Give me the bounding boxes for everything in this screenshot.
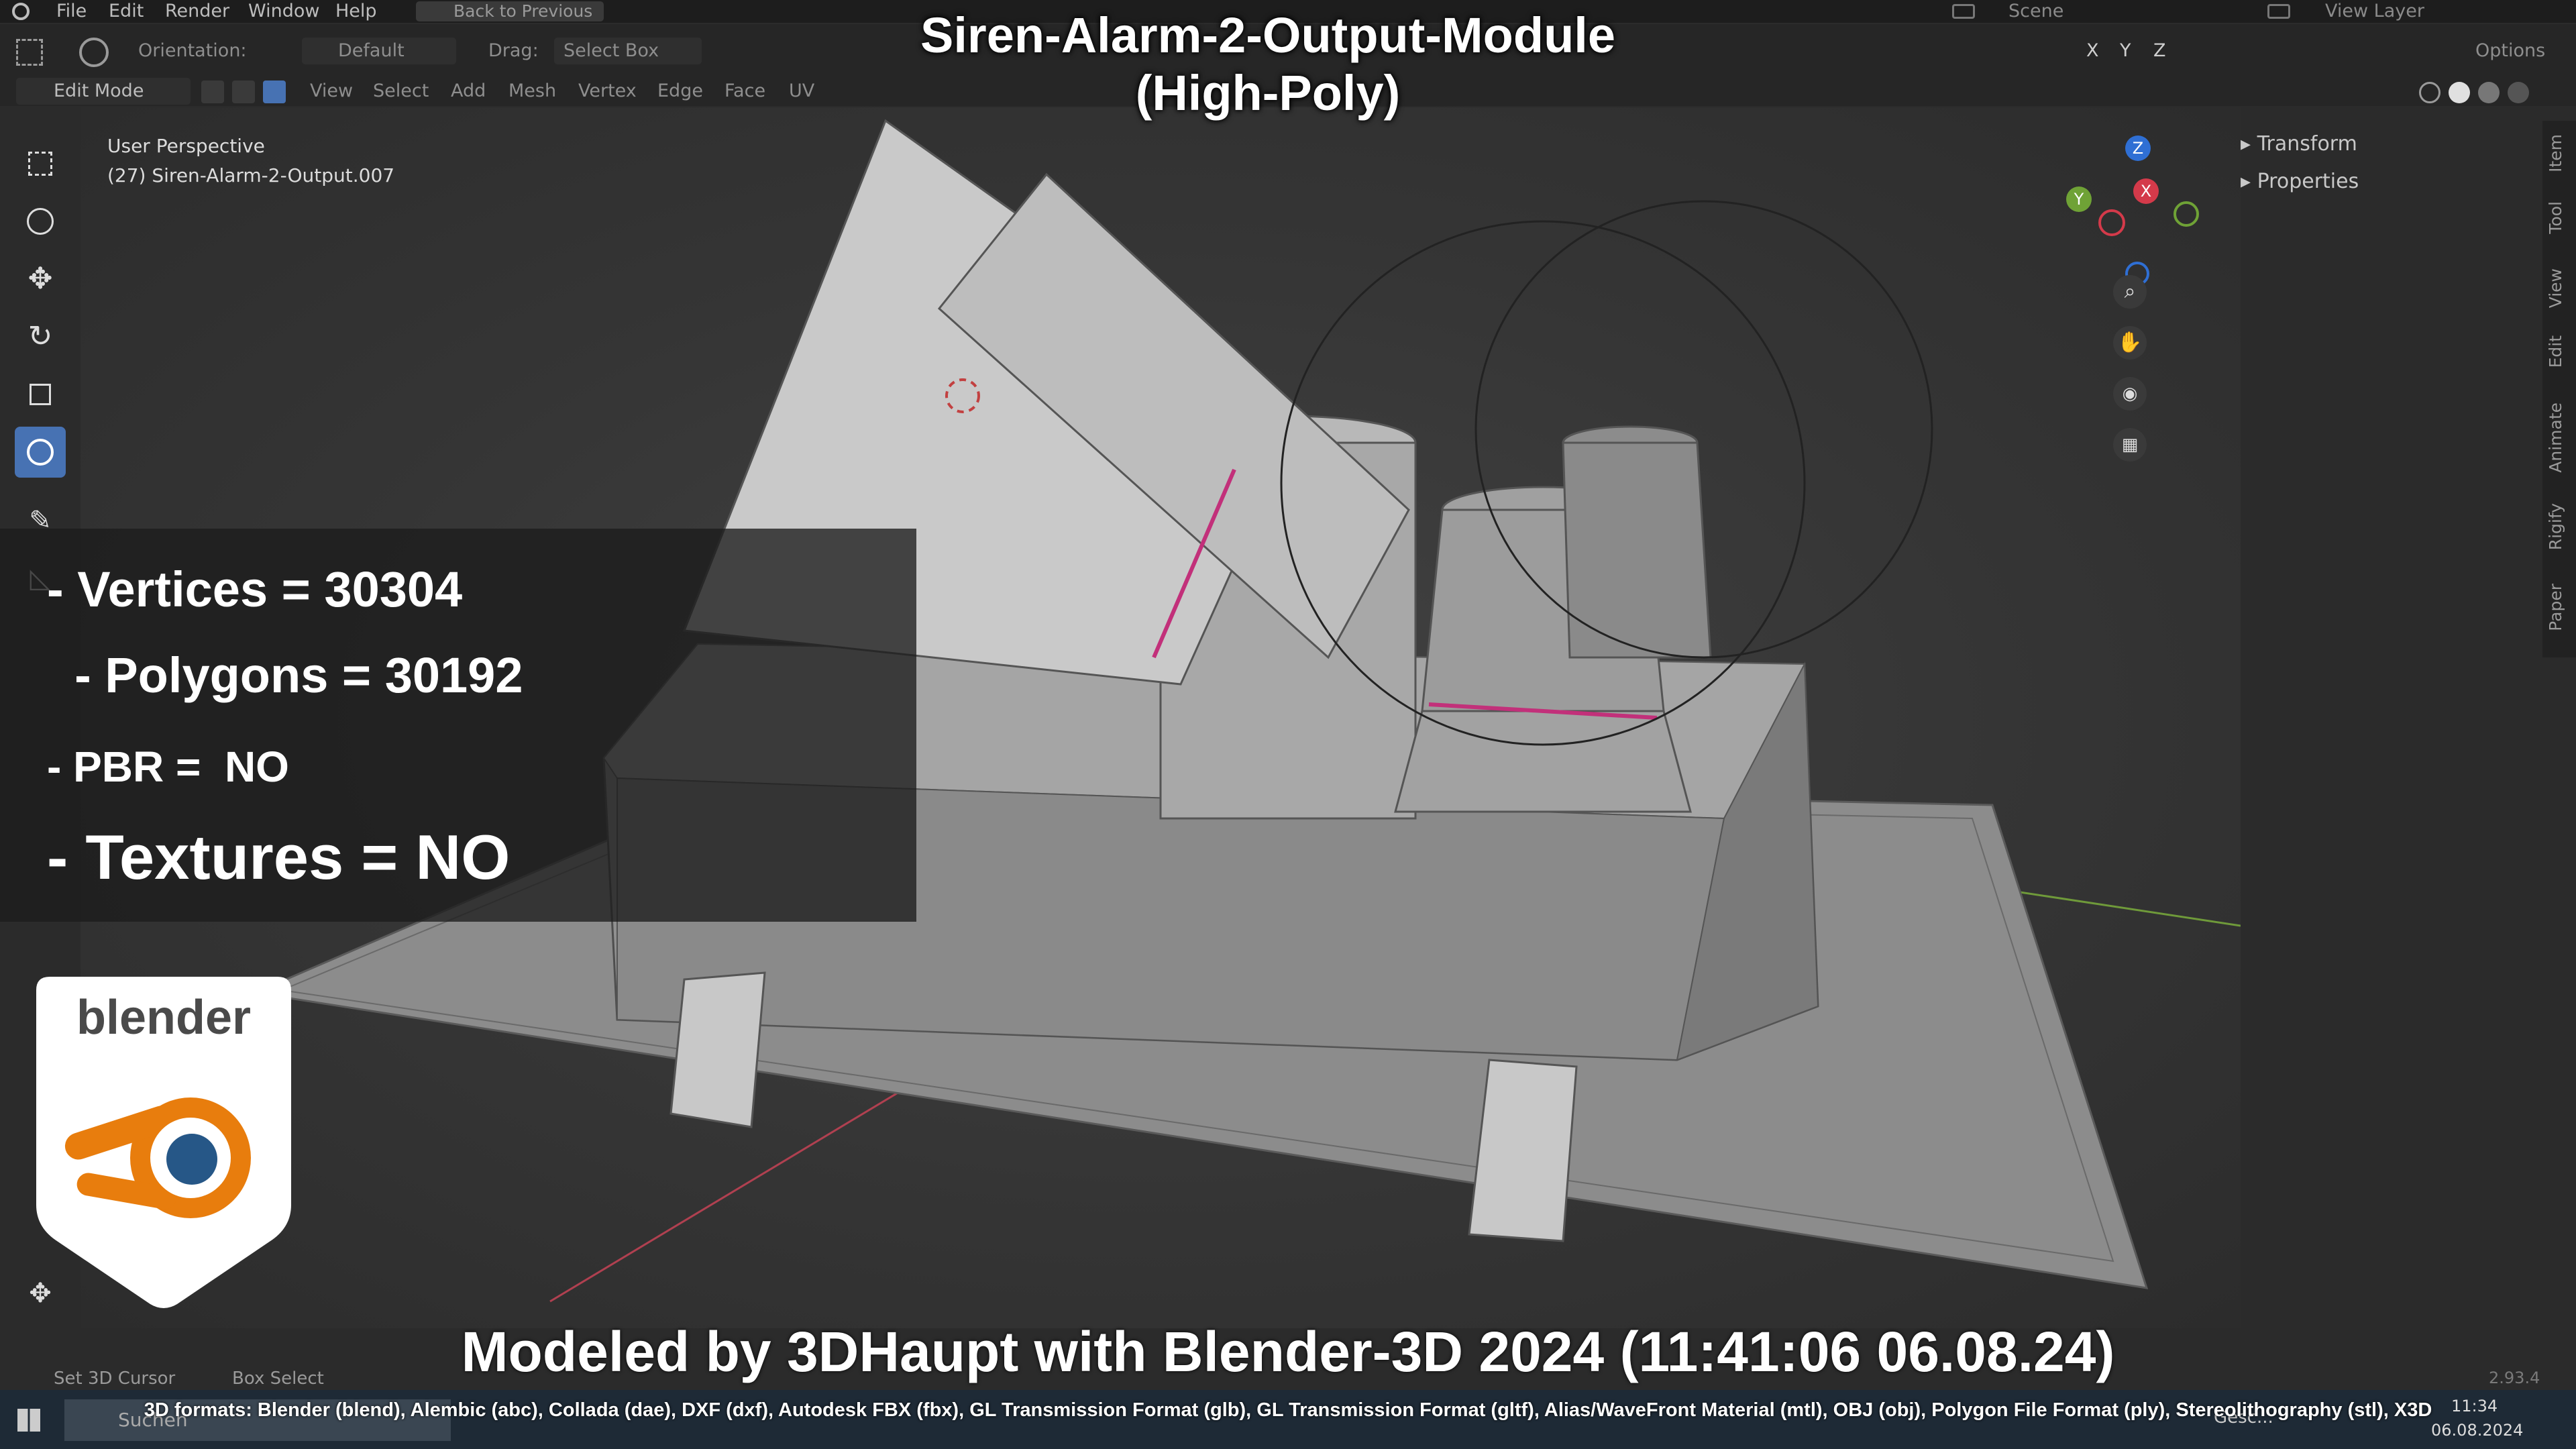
gizmo-x-label: X	[2140, 182, 2152, 201]
shading-material-icon[interactable]	[2478, 82, 2500, 103]
select-mode-face-icon[interactable]	[263, 80, 286, 103]
tab-animate[interactable]: Animate	[2546, 402, 2573, 473]
header-menu-mesh[interactable]: Mesh	[508, 78, 556, 105]
taskbar-date[interactable]: 06.08.2024	[2431, 1421, 2523, 1440]
sidebar-tabs: Item Tool View Edit Animate Rigify Paper	[2542, 121, 2576, 657]
gizmo-neg-y[interactable]	[2174, 201, 2199, 227]
shading-solid-icon[interactable]	[2449, 82, 2470, 103]
select-box-tool-icon[interactable]	[15, 138, 66, 189]
drag-value: Select Box	[564, 40, 659, 61]
menu-render[interactable]: Render	[165, 0, 229, 23]
drag-label: Drag:	[488, 40, 539, 61]
overlay-title-line1: Siren-Alarm-2-Output-Module	[920, 7, 1615, 63]
move-tool-icon[interactable]: ✥	[15, 254, 66, 305]
select-mode-edge-icon[interactable]	[232, 80, 255, 103]
overlay-title-line2: (High-Poly)	[1135, 65, 1401, 121]
tab-rigify[interactable]: Rigify	[2546, 503, 2573, 550]
orientation-dropdown[interactable]: Default	[302, 38, 456, 64]
gizmo-z-axis[interactable]: Z	[2125, 136, 2151, 161]
tab-item[interactable]: Item	[2546, 134, 2573, 172]
pan-hand-icon[interactable]: ✋	[2113, 326, 2147, 360]
zoom-icon[interactable]: ⌕	[2113, 275, 2147, 309]
scene-icon[interactable]	[1952, 4, 1975, 19]
scale-tool-icon[interactable]	[15, 369, 66, 420]
gizmo-y-label: Y	[2074, 190, 2084, 209]
mode-value: Edit Mode	[54, 80, 144, 101]
view-layer-name[interactable]: View Layer	[2325, 0, 2424, 23]
menu-window[interactable]: Window	[248, 0, 319, 23]
formats-line: 3D formats: Blender (blend), Alembic (ab…	[144, 1399, 2432, 1421]
shading-wireframe-icon[interactable]	[2419, 82, 2440, 103]
shading-rendered-icon[interactable]	[2508, 82, 2529, 103]
header-menu-select[interactable]: Select	[373, 78, 429, 105]
header-menu-view[interactable]: View	[310, 78, 353, 105]
axis-z-toggle[interactable]: Z	[2153, 38, 2166, 64]
header-menu-add[interactable]: Add	[451, 78, 486, 105]
panel-transform[interactable]: ▸ Transform	[2241, 127, 2357, 161]
stats-box: - Vertices = 30304 - Polygons = 30192 - …	[0, 529, 916, 922]
rotate-tool-icon[interactable]: ↻	[15, 311, 66, 362]
orientation-value: Default	[338, 40, 405, 61]
perspective-toggle-icon[interactable]: ▦	[2113, 428, 2147, 462]
gizmo-x-axis[interactable]: X	[2133, 178, 2159, 204]
transform-pivot-icon[interactable]	[79, 38, 109, 67]
sidebar-panel: ▸ Transform ▸ Properties	[2234, 127, 2536, 201]
menu-file[interactable]: File	[56, 0, 87, 23]
panel-properties-label: Properties	[2257, 170, 2359, 193]
blender-badge: blender	[36, 977, 291, 1309]
stat-pbr: - PBR = NO	[47, 743, 289, 791]
drag-dropdown[interactable]: Select Box	[554, 38, 702, 64]
gizmo-y-axis[interactable]: Y	[2066, 186, 2092, 212]
transform-tool-icon[interactable]	[15, 427, 66, 478]
options-menu[interactable]: Options	[2475, 38, 2545, 64]
foot-left	[669, 971, 766, 1128]
cursor-tool-icon[interactable]	[15, 196, 66, 247]
back-to-previous-label: Back to Previous	[453, 1, 593, 21]
viewport-object-label: (27) Siren-Alarm-2-Output.007	[107, 164, 395, 186]
blender-logo-text: blender	[76, 991, 252, 1044]
tab-view[interactable]: View	[2546, 268, 2573, 308]
overlay-title: Siren-Alarm-2-Output-Module (High-Poly)	[738, 7, 1798, 122]
gizmo-neg-x[interactable]	[2098, 209, 2125, 236]
back-to-previous-button[interactable]: Back to Previous	[416, 1, 604, 21]
menu-edit[interactable]: Edit	[109, 0, 144, 23]
select-tool-dropdown-icon[interactable]	[16, 39, 43, 66]
tab-paper[interactable]: Paper	[2546, 584, 2573, 631]
mode-dropdown[interactable]: Edit Mode	[16, 78, 191, 105]
blender-logo-icon[interactable]	[12, 3, 30, 20]
axis-x-toggle[interactable]: X	[2086, 38, 2099, 64]
orientation-label: Orientation:	[138, 40, 247, 61]
select-mode-vertex-icon[interactable]	[201, 80, 224, 103]
stat-vertices: - Vertices = 30304	[47, 561, 463, 617]
view-layer-icon[interactable]	[2267, 4, 2290, 19]
menu-help[interactable]: Help	[335, 0, 377, 23]
tab-tool[interactable]: Tool	[2546, 201, 2573, 234]
panel-properties[interactable]: ▸ Properties	[2241, 165, 2359, 199]
gizmo-z-label: Z	[2132, 139, 2144, 158]
stat-polygons: - Polygons = 30192	[47, 647, 523, 703]
axis-y-toggle[interactable]: Y	[2120, 38, 2131, 64]
viewport-info: User Perspective (27) Siren-Alarm-2-Outp…	[107, 131, 394, 191]
foot-right	[1468, 1059, 1578, 1242]
navigation-gizmo[interactable]: Z Y X	[2066, 134, 2214, 286]
stat-textures: - Textures = NO	[47, 822, 511, 892]
panel-transform-label: Transform	[2257, 132, 2357, 156]
viewport-perspective-label: User Perspective	[107, 135, 265, 157]
header-menu-vertex[interactable]: Vertex	[578, 78, 637, 105]
speaker-cup-base	[1394, 710, 1692, 813]
tab-edit[interactable]: Edit	[2546, 335, 2573, 368]
scene-name[interactable]: Scene	[2008, 0, 2063, 23]
credit-line: Modeled by 3DHaupt with Blender-3D 2024 …	[461, 1320, 2115, 1383]
camera-view-icon[interactable]: ◉	[2113, 377, 2147, 411]
header-menu-edge[interactable]: Edge	[657, 78, 703, 105]
